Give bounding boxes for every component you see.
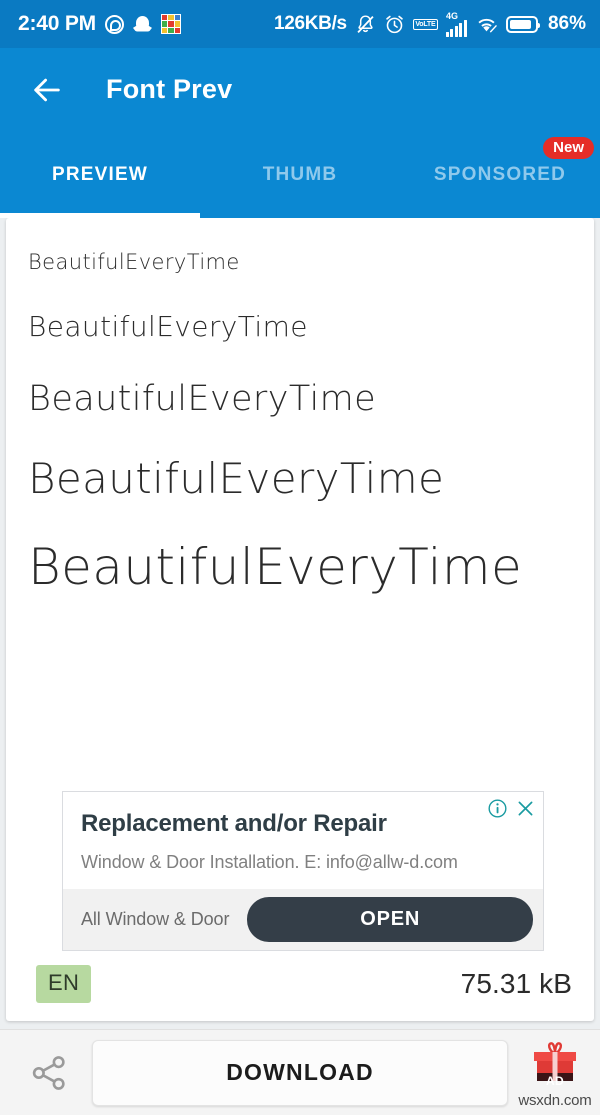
bell-muted-icon (357, 14, 374, 33)
ad-text-block: Replacement and/or Repair Window & Door … (63, 792, 543, 889)
ad-description: Window & Door Installation. E: info@allw… (81, 852, 458, 872)
file-size-label: 75.31 kB (460, 968, 572, 999)
font-meta-row: EN 75.31 kB (6, 951, 594, 1021)
watermark-label: wsxdn.com (518, 1091, 592, 1109)
whatsapp-icon (104, 14, 124, 34)
tab-bar: PREVIEW THUMB SPONSORED New (0, 131, 600, 218)
gift-ad-button[interactable]: AD wsxdn.com (518, 1037, 592, 1109)
back-button[interactable] (24, 67, 70, 113)
snapchat-icon (133, 15, 152, 34)
app-screen: 2:40 PM 126KB/s VoLTE 4G 86% Font Prev P… (0, 0, 600, 1115)
share-button[interactable] (16, 1040, 82, 1106)
ad-info-icon[interactable] (487, 798, 508, 819)
tab-preview[interactable]: PREVIEW (0, 131, 200, 218)
arrow-left-icon (34, 78, 60, 101)
ad-headline: Replacement and/or Repair (81, 810, 387, 837)
content-area: BeautifulEveryTime BeautifulEveryTime Be… (0, 218, 600, 1029)
font-sample-4: BeautifulEveryTime (28, 454, 445, 503)
ad-controls (487, 798, 536, 819)
ad-advertiser-name: All Window & Door (81, 909, 230, 929)
bottom-action-bar: DOWNLOAD AD wsxdn.com (0, 1029, 600, 1115)
tab-thumb-label: THUMB (262, 163, 338, 185)
status-bar: 2:40 PM 126KB/s VoLTE 4G 86% (0, 0, 600, 48)
gift-icon: AD (527, 1039, 583, 1091)
signal-bars-group (445, 19, 467, 37)
font-sample-5: BeautifulEveryTime (28, 538, 523, 596)
new-badge: New (543, 137, 594, 159)
volte-icon: VoLTE (412, 18, 438, 30)
battery-percent-label: 86% (547, 13, 586, 34)
volte-label: VoLTE (415, 20, 436, 28)
ad-open-button[interactable]: OPEN (247, 897, 533, 942)
page-title: Font Prev (106, 74, 233, 104)
app-bar: Font Prev (0, 48, 600, 131)
status-bar-right: 126KB/s VoLTE 4G 86% (273, 11, 586, 37)
tab-thumb[interactable]: THUMB (200, 131, 400, 218)
wifi-icon (478, 18, 497, 33)
tab-sponsored-label: SPONSORED (433, 163, 567, 185)
network-speed-label: 126KB/s (273, 13, 347, 34)
ad-footer: All Window & Door OPEN (63, 889, 543, 950)
advertisement-banner[interactable]: Replacement and/or Repair Window & Door … (62, 791, 544, 951)
font-sample-2: BeautifulEveryTime (28, 310, 308, 343)
language-badge: EN (36, 965, 92, 1003)
tab-preview-label: PREVIEW (51, 163, 149, 185)
gift-ad-label: AD (546, 1073, 564, 1088)
status-clock: 2:40 PM (18, 12, 96, 35)
battery-icon (505, 15, 540, 33)
download-button[interactable]: DOWNLOAD (92, 1039, 508, 1106)
font-sample-1: BeautifulEveryTime (28, 250, 240, 274)
status-bar-left: 2:40 PM (18, 12, 181, 36)
preview-card: BeautifulEveryTime BeautifulEveryTime Be… (6, 218, 594, 1021)
tab-sponsored[interactable]: SPONSORED New (400, 131, 600, 218)
close-icon[interactable] (515, 798, 536, 819)
alarm-clock-icon (386, 15, 403, 33)
share-icon (32, 1055, 65, 1090)
signal-bars-icon: 4G (445, 11, 467, 37)
app-grid-icon (160, 14, 181, 34)
font-sample-list: BeautifulEveryTime BeautifulEveryTime Be… (6, 218, 594, 598)
font-sample-3: BeautifulEveryTime (28, 379, 377, 419)
